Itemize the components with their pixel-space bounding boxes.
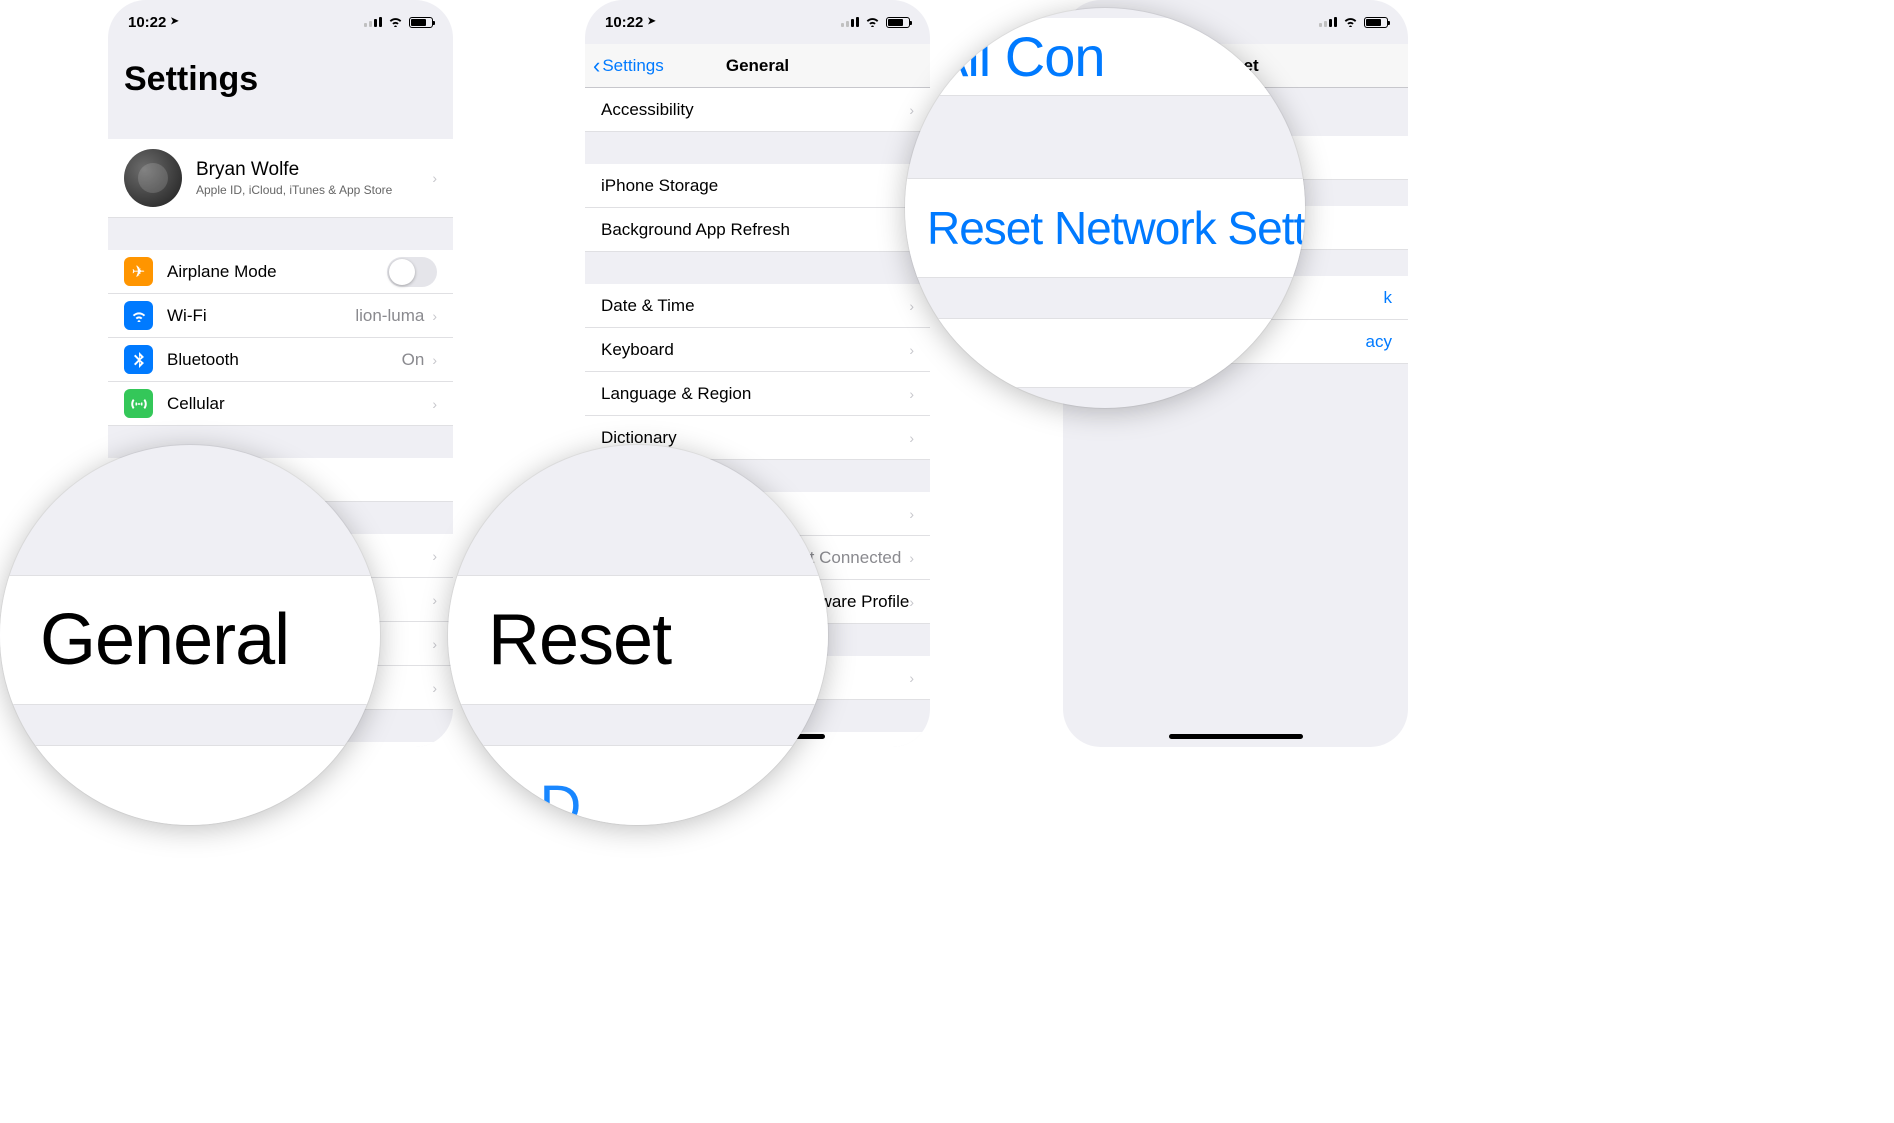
zoom-label: General	[40, 599, 289, 681]
location-icon: ➤	[170, 16, 178, 27]
row-peek: k	[1384, 288, 1393, 308]
cellular-signal-icon	[1319, 17, 1337, 27]
zoom-top-label: All Con	[931, 24, 1105, 89]
chevron-right-icon: ›	[909, 550, 914, 566]
airplane-mode-row[interactable]: ✈ Airplane Mode	[108, 250, 453, 294]
chevron-right-icon: ›	[432, 548, 437, 564]
cellular-row[interactable]: Cellular ›	[108, 382, 453, 426]
chevron-right-icon: ›	[432, 592, 437, 608]
chevron-right-icon: ›	[909, 102, 914, 118]
wifi-label: Wi-Fi	[167, 306, 355, 326]
row-label: Keyboard	[601, 340, 909, 360]
status-time: 10:22	[128, 14, 166, 31]
profile-name: Bryan Wolfe	[196, 159, 432, 181]
airplane-label: Airplane Mode	[167, 262, 387, 282]
wifi-row[interactable]: Wi-Fi lion-luma ›	[108, 294, 453, 338]
avatar	[124, 149, 182, 207]
date-time-row[interactable]: Date & Time ›	[585, 284, 930, 328]
chevron-right-icon: ›	[909, 506, 914, 522]
battery-icon	[409, 17, 433, 28]
status-time: 10:22	[605, 14, 643, 31]
magnifier-reset-network: All Con Reset Network Setti	[905, 8, 1305, 408]
battery-icon	[1364, 17, 1388, 28]
back-label: Settings	[602, 56, 663, 76]
airplane-icon: ✈	[124, 257, 153, 286]
row-label: Background App Refresh	[601, 220, 909, 240]
wifi-icon	[865, 15, 880, 30]
iphone-storage-row[interactable]: iPhone Storage ›	[585, 164, 930, 208]
bluetooth-row[interactable]: Bluetooth On ›	[108, 338, 453, 382]
accessibility-row[interactable]: Accessibility ›	[585, 88, 930, 132]
status-bar: 10:22 ➤	[585, 0, 930, 44]
chevron-right-icon: ›	[432, 352, 437, 368]
chevron-right-icon: ›	[432, 636, 437, 652]
profile-subtitle: Apple ID, iCloud, iTunes & App Store	[196, 183, 432, 197]
chevron-right-icon: ›	[432, 308, 437, 324]
wifi-icon	[1343, 15, 1358, 30]
zoom-hint: ut D	[478, 773, 580, 826]
cellular-icon	[124, 389, 153, 418]
bluetooth-value: On	[402, 350, 425, 370]
cellular-label: Cellular	[167, 394, 432, 414]
chevron-right-icon: ›	[909, 430, 914, 446]
row-label: iPhone Storage	[601, 176, 909, 196]
cellular-signal-icon	[841, 17, 859, 27]
large-title-area: Settings	[108, 44, 453, 107]
chevron-right-icon: ›	[909, 746, 914, 748]
chevron-right-icon: ›	[909, 670, 914, 686]
page-title: Settings	[124, 60, 437, 99]
row-label: Language & Region	[601, 384, 909, 404]
chevron-right-icon: ›	[909, 594, 914, 610]
keyboard-row[interactable]: Keyboard ›	[585, 328, 930, 372]
zoom-main-label: Reset Network Setti	[927, 201, 1305, 255]
chevron-right-icon: ›	[909, 298, 914, 314]
zoom-label: Reset	[488, 599, 671, 681]
chevron-left-icon: ‹	[593, 53, 600, 79]
back-button[interactable]: ‹ Settings	[593, 44, 664, 87]
magnifier-reset: Reset ut D	[448, 445, 828, 825]
chevron-right-icon: ›	[432, 396, 437, 412]
apple-id-row[interactable]: Bryan Wolfe Apple ID, iCloud, iTunes & A…	[108, 139, 453, 218]
bluetooth-label: Bluetooth	[167, 350, 402, 370]
magnifier-general: General	[0, 445, 380, 825]
wifi-icon	[388, 15, 403, 30]
chevron-right-icon: ›	[432, 680, 437, 696]
nav-title: General	[726, 56, 789, 76]
wifi-value: lion-luma	[355, 306, 424, 326]
language-region-row[interactable]: Language & Region ›	[585, 372, 930, 416]
background-refresh-row[interactable]: Background App Refresh ›	[585, 208, 930, 252]
row-peek: acy	[1366, 332, 1392, 352]
row-label: Accessibility	[601, 100, 909, 120]
row-label: Date & Time	[601, 296, 909, 316]
home-indicator[interactable]	[1169, 734, 1303, 739]
chevron-right-icon: ›	[432, 170, 437, 186]
airplane-switch[interactable]	[387, 257, 437, 287]
status-bar: 10:22 ➤	[108, 0, 453, 44]
cellular-signal-icon	[364, 17, 382, 27]
bluetooth-icon	[124, 345, 153, 374]
nav-bar: ‹ Settings General	[585, 44, 930, 88]
location-icon: ➤	[647, 16, 655, 27]
wifi-row-icon	[124, 301, 153, 330]
